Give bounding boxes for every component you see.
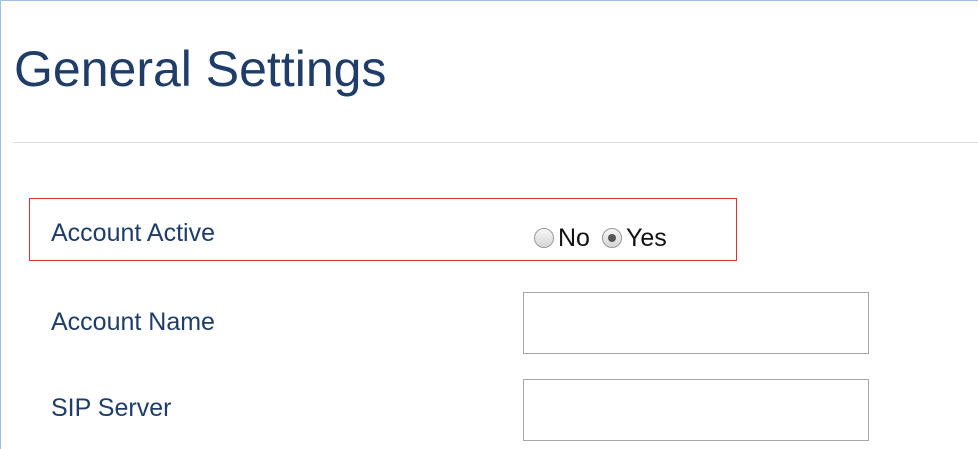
- page-title: General Settings: [14, 41, 387, 97]
- radio-no-circle[interactable]: [534, 228, 554, 248]
- account-active-radio-group: No Yes: [534, 223, 679, 253]
- sip-server-label: SIP Server: [51, 394, 172, 422]
- sip-server-input[interactable]: [523, 379, 869, 441]
- account-active-label: Account Active: [51, 219, 215, 247]
- radio-yes-circle[interactable]: [601, 228, 622, 248]
- account-active-yes-option[interactable]: Yes: [601, 223, 679, 253]
- account-name-label: Account Name: [51, 308, 215, 336]
- radio-yes-label[interactable]: Yes: [626, 223, 667, 253]
- account-name-input[interactable]: [523, 292, 869, 354]
- radio-no-label[interactable]: No: [558, 223, 590, 253]
- account-active-no-option[interactable]: No: [534, 223, 602, 253]
- settings-panel: General Settings Account Active No Yes A…: [0, 0, 978, 449]
- title-divider: [13, 142, 978, 143]
